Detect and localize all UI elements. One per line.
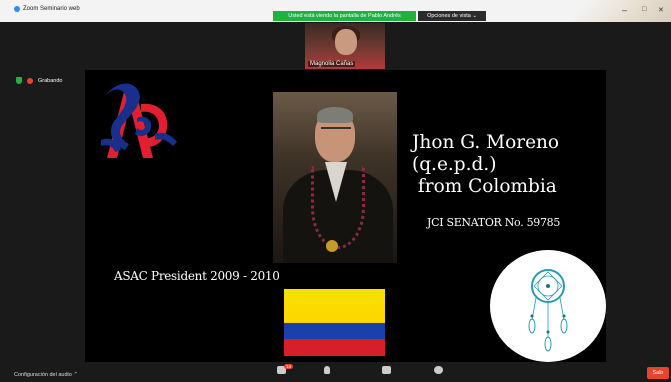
participant-face [335, 29, 357, 55]
flag-stripe-yellow [284, 289, 385, 323]
asac-logo-icon [101, 83, 177, 158]
maximize-button[interactable]: □ [642, 6, 646, 13]
screen-share-banner: Usted está viendo la pantalla de Pablo A… [273, 11, 416, 21]
view-options-label: Opciones de vista [427, 13, 471, 19]
zoom-logo-icon [14, 6, 20, 12]
window-titlebar: Zoom Seminario web Usted está viendo la … [0, 0, 671, 22]
colombia-flag [284, 289, 385, 356]
flag-stripe-blue [284, 322, 385, 340]
portrait-photo [273, 92, 397, 263]
flag-stripe-red [284, 339, 385, 356]
app-title: Zoom Seminario web [14, 6, 80, 12]
audio-settings-label: Configuración del audio [14, 372, 72, 378]
qa-button[interactable] [382, 366, 391, 374]
portrait-glasses [321, 127, 351, 135]
portrait-chain [311, 166, 365, 249]
chevron-down-icon: ⌄ [472, 13, 477, 19]
dreamcatcher-image [490, 250, 606, 362]
chevron-up-icon: ⌃ [73, 372, 78, 378]
security-shield-icon[interactable] [16, 77, 22, 84]
memorial-name: Jhon G. Moreno (q.e.p.d.) from Colombia [412, 132, 560, 197]
minimize-button[interactable]: – [622, 5, 627, 15]
recording-status: Grabando [16, 77, 62, 84]
meeting-toolbar: Configuración del audio ⌃ 14 [0, 364, 671, 382]
leave-button[interactable]: Salir [647, 367, 669, 379]
qa-icon [382, 366, 391, 374]
interpretation-button[interactable] [434, 366, 443, 374]
portrait-hair [317, 107, 353, 123]
audio-settings-button[interactable]: Configuración del audio ⌃ [14, 372, 78, 378]
chat-button[interactable]: 14 [277, 364, 294, 374]
raise-hand-button[interactable] [324, 366, 330, 374]
portrait-medal [326, 240, 338, 252]
app-title-text: Zoom Seminario web [23, 6, 80, 12]
globe-icon [434, 366, 443, 374]
close-button[interactable]: ✕ [658, 6, 664, 14]
titlebar-decoration [521, 0, 671, 22]
shared-slide: Jhon G. Moreno (q.e.p.d.) from Colombia … [85, 70, 606, 362]
president-term: ASAC President 2009 - 2010 [114, 269, 280, 283]
participant-video[interactable]: Magnolia Cañas [305, 23, 385, 69]
hand-icon [324, 366, 330, 374]
dreamcatcher-icon [528, 269, 568, 352]
recording-icon [27, 77, 33, 84]
senator-number: JCI SENATOR No. 59785 [427, 216, 561, 229]
participant-name: Magnolia Cañas [308, 61, 356, 67]
recording-label: Grabando [38, 77, 63, 84]
chat-count-badge: 14 [284, 364, 294, 369]
view-options-button[interactable]: Opciones de vista ⌄ [418, 11, 486, 21]
